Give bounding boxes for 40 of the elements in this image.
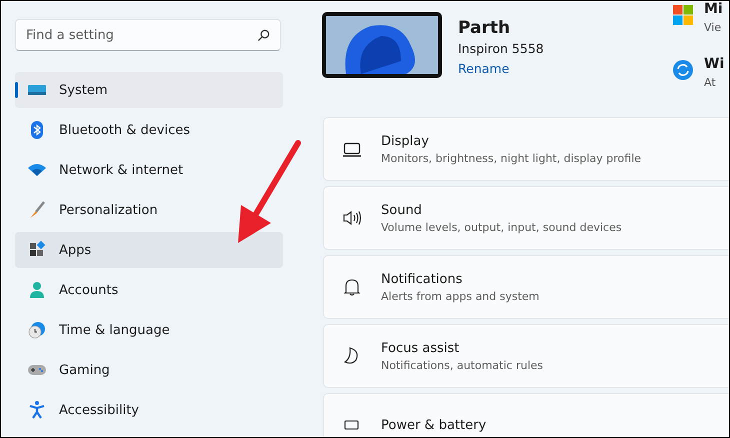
speaker-icon [342,208,362,228]
nav-item[interactable]: Accounts [15,272,283,308]
nav-item[interactable]: Gaming [15,352,283,388]
bell-icon [342,277,362,297]
nav-item[interactable]: Accessibility [15,392,283,428]
device-name: Parth [458,18,512,38]
nav-item[interactable]: Network & internet [15,152,283,188]
search-icon [257,29,270,42]
card-title: Sound [381,202,423,218]
info-text: Vie [704,21,722,34]
search-field[interactable]: Find a setting [15,19,281,51]
card-subtitle: Monitors, brightness, night light, display profile [381,152,642,164]
nav-item[interactable]: Bluetooth & devices [15,112,283,148]
info-title: Mi [704,1,723,17]
selection-indicator [15,82,18,98]
rename-link[interactable]: Rename [458,61,544,76]
settings-card[interactable]: Focus assist Notifications, automatic rules [323,324,729,388]
settings-card[interactable]: Sound Volume levels, output, input, sound devices [323,186,729,250]
nav-item[interactable]: Personalization [15,192,283,228]
nav-item[interactable]: Apps [15,232,283,268]
settings-card[interactable]: Power & battery [323,393,729,437]
card-title: Power & battery [381,418,486,432]
card-subtitle: Alerts from apps and system [381,290,540,302]
nav-item[interactable]: System [15,72,283,108]
card-subtitle: Notifications, automatic rules [381,358,544,372]
settings-card[interactable]: Notifications Alerts from apps and system [323,255,729,319]
clock-globe-icon [27,320,47,340]
card-subtitle: Volume levels, output, input, sound devices [381,220,622,234]
accessibility-icon [27,400,47,420]
settings-card[interactable]: Display Monitors, brightness, night light, display profile [323,117,729,181]
card-title: Focus assist [381,340,460,356]
card-title: Display [381,134,430,148]
device-model: Inspiron 5558 [458,41,544,56]
info-title: Wi [704,56,724,72]
sync-icon [673,60,693,80]
person-icon [27,280,47,300]
four-squares-logo-icon [673,5,693,25]
card-title: Notifications [381,272,464,286]
info-text: At [704,76,717,89]
nav-item[interactable]: Time & language [15,312,283,348]
